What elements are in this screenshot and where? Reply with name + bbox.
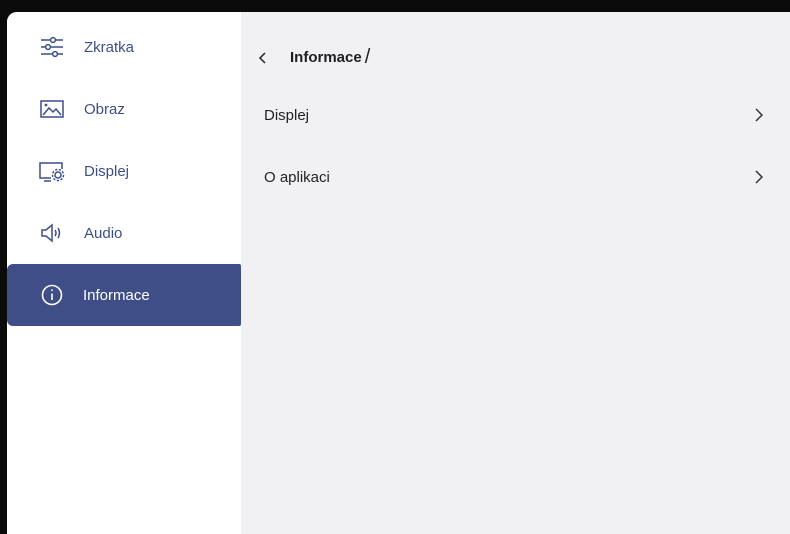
list-item-label: Displej — [264, 106, 310, 124]
display-settings-icon — [37, 159, 67, 183]
sidebar-item-audio[interactable]: Audio — [7, 202, 241, 264]
sidebar-item-label: Obraz — [84, 100, 125, 118]
sidebar-item-displej[interactable]: Displej — [7, 140, 241, 202]
chevron-right-icon — [754, 168, 768, 186]
main-content: Informace / Displej O aplikaci — [241, 12, 790, 534]
sidebar-item-label: Informace — [83, 286, 150, 304]
sidebar: Zkratka Obraz Displej Audio Informace — [7, 12, 241, 534]
speaker-icon — [37, 221, 67, 245]
sidebar-item-zkratka[interactable]: Zkratka — [7, 16, 241, 78]
sidebar-item-informace[interactable]: Informace — [7, 264, 241, 326]
back-button[interactable] — [258, 48, 278, 68]
chevron-left-icon — [258, 51, 266, 64]
sliders-icon — [37, 35, 67, 59]
list-item-displej[interactable]: Displej — [241, 87, 790, 143]
list-item-o-aplikaci[interactable]: O aplikaci — [241, 149, 790, 205]
sidebar-item-obraz[interactable]: Obraz — [7, 78, 241, 140]
image-icon — [37, 97, 67, 121]
list-item-label: O aplikaci — [264, 168, 330, 186]
info-icon — [37, 283, 67, 307]
breadcrumb: Informace / — [258, 46, 370, 69]
settings-window: Zkratka Obraz Displej Audio Informace In… — [7, 12, 790, 534]
sidebar-item-label: Zkratka — [84, 38, 135, 56]
page-title: Informace — [290, 49, 362, 66]
breadcrumb-separator: / — [364, 46, 371, 68]
sidebar-item-label: Displej — [84, 162, 130, 180]
sidebar-item-label: Audio — [84, 224, 123, 242]
chevron-right-icon — [754, 106, 768, 124]
